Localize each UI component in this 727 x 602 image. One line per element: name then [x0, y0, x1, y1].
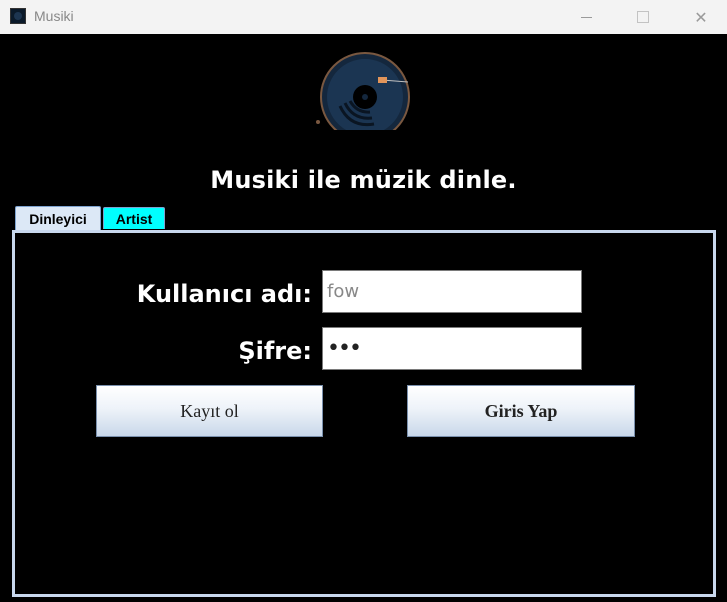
window-title: Musiki [34, 8, 74, 24]
close-icon: ✕ [694, 7, 708, 27]
vinyl-record-icon [312, 50, 412, 142]
tab-artist[interactable]: Artist [103, 207, 165, 229]
password-label: Şifre: [238, 337, 312, 365]
username-label: Kullanıcı adı: [136, 280, 312, 308]
register-button[interactable]: Kayıt ol [96, 385, 323, 437]
app-icon [10, 8, 26, 24]
username-input[interactable] [322, 270, 582, 313]
minimize-icon [580, 16, 592, 18]
maximize-icon [637, 11, 649, 23]
close-button[interactable]: ✕ [678, 0, 724, 34]
minimize-button[interactable] [563, 0, 609, 34]
tagline: Musiki ile müzik dinle. [210, 166, 517, 194]
tab-dinleyici[interactable]: Dinleyici [15, 206, 101, 231]
password-input[interactable] [322, 327, 582, 370]
maximize-button[interactable] [620, 0, 666, 34]
login-button[interactable]: Giris Yap [407, 385, 635, 437]
title-bar: Musiki ✕ [0, 0, 727, 34]
